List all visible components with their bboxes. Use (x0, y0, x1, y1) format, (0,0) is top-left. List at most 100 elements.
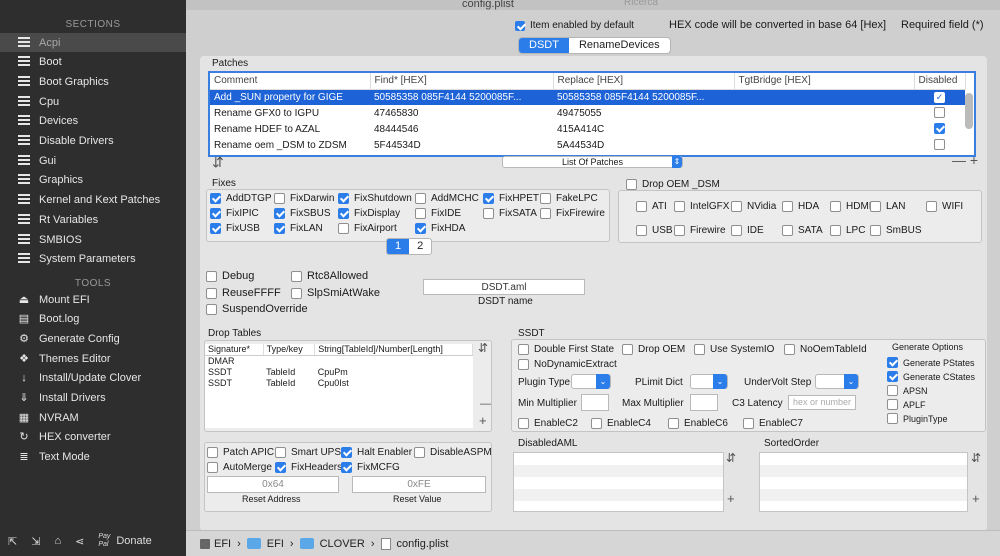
fix-fixdisplay[interactable]: FixDisplay (338, 208, 400, 219)
disabled-checkbox[interactable] (934, 139, 945, 151)
patch-cell-replace[interactable]: 415A414C (553, 121, 734, 137)
fix-fixshutdown[interactable]: FixShutdown (338, 193, 412, 204)
list-of-patches-popup[interactable]: List Of Patches ⇕ (502, 156, 683, 168)
opt-disableaspm[interactable]: DisableASPM (414, 447, 492, 458)
gen-plugintype[interactable]: PluginType (887, 413, 948, 424)
patches-add-icon[interactable]: ⇵ (212, 154, 224, 171)
import-icon[interactable]: ⇲ (31, 535, 40, 548)
path-config-file[interactable]: config.plist (397, 538, 449, 550)
col-find[interactable]: Find* [HEX] (370, 73, 554, 90)
misc-rtc8allowed[interactable]: Rtc8Allowed (291, 270, 368, 282)
misc-reuseffff[interactable]: ReuseFFFF (206, 287, 281, 299)
fix-fixhda[interactable]: FixHDA (415, 223, 465, 234)
patch-cell-tgt[interactable] (734, 121, 914, 137)
fix-fixsata[interactable]: FixSATA (483, 208, 537, 219)
oem-sata[interactable]: SATA (782, 225, 823, 236)
fix-fixsbus[interactable]: FixSBUS (274, 208, 331, 219)
tool-item-generate-config[interactable]: ⚙ Generate Config (0, 329, 186, 348)
fix-adddtgp[interactable]: AddDTGP (210, 193, 272, 204)
tab-rename-devices[interactable]: RenameDevices (569, 38, 670, 53)
oem-usb[interactable]: USB (636, 225, 673, 236)
sidebar-item-system-parameters[interactable]: System Parameters (0, 250, 186, 269)
drop-table-cell[interactable]: TableId (263, 377, 315, 388)
drop-table-cell[interactable] (315, 355, 473, 366)
opt-automerge[interactable]: AutoMerge (207, 462, 272, 473)
drop-table-cell[interactable]: Cpu0Ist (315, 377, 473, 388)
ssdt-enablec2[interactable]: EnableC2 (518, 418, 578, 429)
drop-tables-remove-icon[interactable]: — (480, 398, 491, 410)
sidebar-item-disable-drivers[interactable]: Disable Drivers (0, 132, 186, 151)
misc-slpsmiatwake[interactable]: SlpSmiAtWake (291, 287, 380, 299)
drop-table-row[interactable]: SSDT TableId Cpu0Ist (205, 377, 473, 388)
oem-lan[interactable]: LAN (870, 201, 905, 212)
opt-halt-enabler[interactable]: Halt Enabler (341, 447, 412, 458)
fixes-page-1[interactable]: 1 (387, 239, 410, 254)
fixes-page-2[interactable]: 2 (409, 239, 431, 254)
drop-table-cell[interactable]: CpuPm (315, 366, 473, 377)
patch-row[interactable]: Rename HDEF to AZAL 48444546 415A414C (210, 121, 965, 137)
home-icon[interactable]: ⌂ (54, 535, 61, 547)
plimit-popup[interactable]: ⌄ (690, 374, 728, 389)
drop-tables-move-icon[interactable]: ⇵ (478, 341, 488, 355)
patch-row[interactable]: Rename GFX0 to IGPU 47465830 49475055 (210, 105, 965, 121)
sidebar-item-rt-variables[interactable]: Rt Variables (0, 210, 186, 229)
patch-cell-tgt[interactable] (734, 105, 914, 121)
ssdt-enablec4[interactable]: EnableC4 (591, 418, 651, 429)
disabled-aml-list[interactable] (513, 452, 724, 512)
ssdt-enablec6[interactable]: EnableC6 (668, 418, 728, 429)
sidebar-item-gui[interactable]: Gui (0, 151, 186, 170)
tab-dsdt[interactable]: DSDT (519, 38, 569, 53)
ssdt-enablec7[interactable]: EnableC7 (743, 418, 803, 429)
ssdt-use-systemio[interactable]: Use SystemIO (694, 344, 774, 355)
sidebar-item-cpu[interactable]: Cpu (0, 92, 186, 111)
c3-latency-field[interactable]: hex or number (788, 395, 856, 410)
path-clover-folder[interactable]: CLOVER (320, 538, 365, 550)
drop-oem-dsm-check[interactable]: Drop OEM _DSM (626, 179, 720, 190)
export-icon[interactable]: ⇱ (8, 535, 17, 548)
fix-fakelpc[interactable]: FakeLPC (540, 193, 598, 204)
patch-cell-find[interactable]: 47465830 (370, 105, 553, 121)
gen-generate-cstates[interactable]: Generate CStates (887, 371, 975, 382)
patch-cell-comment[interactable]: Rename oem _DSM to ZDSM (210, 137, 370, 153)
opt-patch-apic[interactable]: Patch APIC (207, 447, 274, 458)
patch-row[interactable]: Add _SUN property for GIGE 50585358 085F4… (210, 89, 965, 105)
tool-item-nvram[interactable]: ▦ NVRAM (0, 408, 186, 427)
drop-table-cell[interactable]: SSDT (205, 366, 263, 377)
donate-button[interactable]: Donate (116, 535, 151, 547)
sidebar-item-boot[interactable]: Boot (0, 53, 186, 72)
disabled-checkbox[interactable] (934, 123, 945, 135)
oem-hdmi[interactable]: HDMI (830, 201, 872, 212)
fix-fixdarwin[interactable]: FixDarwin (274, 193, 334, 204)
drop-tables-add-icon[interactable]: + (479, 413, 487, 428)
plugin-type-popup[interactable]: ⌄ (571, 374, 611, 389)
patch-cell-comment[interactable]: Add _SUN property for GIGE (210, 89, 370, 105)
reset-address-field[interactable]: 0x64 (207, 476, 339, 493)
oem-ati[interactable]: ATI (636, 201, 667, 212)
patch-cell-comment[interactable]: Rename GFX0 to IGPU (210, 105, 370, 121)
fix-fixairport[interactable]: FixAirport (338, 223, 397, 234)
sidebar-item-kernel-and-kext-patches[interactable]: Kernel and Kext Patches (0, 191, 186, 210)
oem-lpc[interactable]: LPC (830, 225, 865, 236)
oem-hda[interactable]: HDA (782, 201, 819, 212)
col-disabled[interactable]: Disabled (914, 73, 966, 90)
drop-table-cell[interactable]: SSDT (205, 377, 263, 388)
oem-smbus[interactable]: SmBUS (870, 225, 922, 236)
gen-apsn[interactable]: APSN (887, 385, 928, 396)
misc-suspendoverride[interactable]: SuspendOverride (206, 303, 308, 315)
sorted-order-add-icon[interactable]: + (972, 491, 980, 506)
patch-cell-disabled[interactable]: ✓ (914, 89, 965, 105)
sidebar-item-smbios[interactable]: SMBIOS (0, 230, 186, 249)
sidebar-item-devices[interactable]: Devices (0, 112, 186, 131)
disabled-aml-add-icon[interactable]: + (727, 491, 735, 506)
patch-cell-find[interactable]: 5F44534D (370, 137, 553, 153)
col-replace[interactable]: Replace [HEX] (553, 73, 735, 90)
col-string-tableid[interactable]: String[TableId]/Number[Length] (314, 344, 473, 356)
col-signature[interactable]: Signature* (205, 344, 264, 356)
path-efi-folder[interactable]: EFI (267, 538, 284, 550)
tool-item-mount-efi[interactable]: ⏏ Mount EFI (0, 290, 186, 309)
path-efi-volume[interactable]: EFI (214, 538, 231, 550)
sidebar-item-boot-graphics[interactable]: Boot Graphics (0, 72, 186, 91)
drop-table-row[interactable]: SSDT TableId CpuPm (205, 366, 473, 377)
search-field[interactable]: Ricerca (624, 0, 658, 8)
fix-fixide[interactable]: FixIDE (415, 208, 461, 219)
